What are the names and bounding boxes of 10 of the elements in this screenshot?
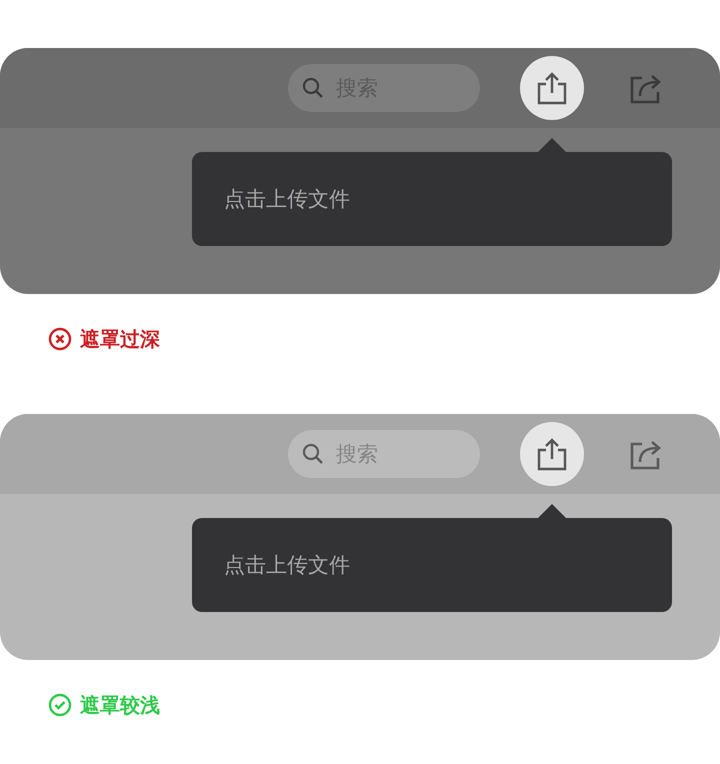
upload-icon bbox=[536, 71, 568, 105]
close-circle-icon bbox=[48, 327, 72, 351]
upload-icon bbox=[536, 437, 568, 471]
tooltip-text: 点击上传文件 bbox=[224, 552, 350, 579]
search-icon bbox=[302, 77, 324, 99]
verdict-caption: 遮罩较浅 bbox=[80, 692, 160, 718]
search-icon bbox=[302, 443, 324, 465]
check-circle-icon bbox=[48, 693, 72, 717]
verdict-caption: 遮罩过深 bbox=[80, 326, 160, 352]
tooltip-text: 点击上传文件 bbox=[224, 186, 350, 213]
